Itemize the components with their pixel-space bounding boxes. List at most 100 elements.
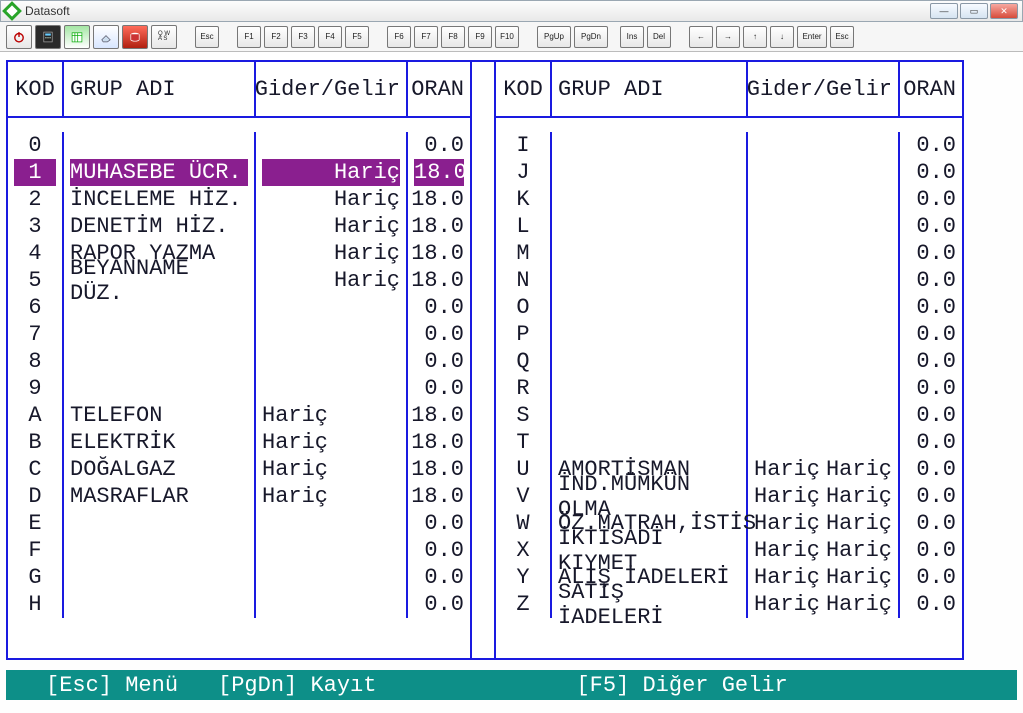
- f6-button[interactable]: F6: [387, 26, 411, 48]
- cell-oran: 0.0: [900, 375, 962, 402]
- power-icon[interactable]: [6, 25, 32, 49]
- table-row[interactable]: 5BEYANNAME DÜZ.Hariç18.0: [8, 267, 470, 294]
- cell-oran: 18.0: [408, 402, 470, 429]
- f4-button[interactable]: F4: [318, 26, 342, 48]
- cell-name: İKTİSADİ KIYMET: [552, 537, 748, 564]
- calculator-icon[interactable]: [35, 25, 61, 49]
- ins-button[interactable]: Ins: [620, 26, 644, 48]
- left-table: KOD GRUP ADI Gider/Gelir ORAN 00.01MUHAS…: [6, 60, 472, 660]
- table-row[interactable]: N0.0: [496, 267, 962, 294]
- table-row[interactable]: F0.0: [8, 537, 470, 564]
- cell-gider-gelir: [256, 375, 408, 402]
- table-row[interactable]: BELEKTRİKHariç18.0: [8, 429, 470, 456]
- pgdn-button[interactable]: PgDn: [574, 26, 608, 48]
- table-row[interactable]: 00.0: [8, 132, 470, 159]
- cell-kod: 2: [8, 186, 64, 213]
- cell-kod: 9: [8, 375, 64, 402]
- table-row[interactable]: S0.0: [496, 402, 962, 429]
- cell-gider-gelir: [748, 321, 900, 348]
- esc-button[interactable]: Esc: [195, 26, 219, 48]
- f2-button[interactable]: F2: [264, 26, 288, 48]
- table-row[interactable]: I0.0: [496, 132, 962, 159]
- pgup-button[interactable]: PgUp: [537, 26, 571, 48]
- table-row[interactable]: 3DENETİM HİZ.Hariç18.0: [8, 213, 470, 240]
- arrow-down-button[interactable]: ↓: [770, 26, 794, 48]
- table-row[interactable]: T0.0: [496, 429, 962, 456]
- cell-gider-gelir: [748, 159, 900, 186]
- del-button[interactable]: Del: [647, 26, 671, 48]
- cell-gider-gelir: [256, 132, 408, 159]
- table-row[interactable]: M0.0: [496, 240, 962, 267]
- cell-oran: 18.0: [408, 267, 470, 294]
- cell-oran: 0.0: [900, 510, 962, 537]
- table-row[interactable]: E0.0: [8, 510, 470, 537]
- f3-button[interactable]: F3: [291, 26, 315, 48]
- table-row[interactable]: 90.0: [8, 375, 470, 402]
- cell-oran: 0.0: [408, 591, 470, 618]
- f5-button[interactable]: F5: [345, 26, 369, 48]
- status-f5: [F5] Diğer Gelir: [576, 673, 787, 698]
- cell-name: [64, 510, 256, 537]
- cell-oran: 0.0: [900, 402, 962, 429]
- table-row[interactable]: G0.0: [8, 564, 470, 591]
- col-header-gg: Gider/Gelir: [256, 62, 408, 116]
- keyboard-grid-icon[interactable]: Q WA S: [151, 25, 177, 49]
- table-row[interactable]: Q0.0: [496, 348, 962, 375]
- cell-oran: 0.0: [900, 240, 962, 267]
- cell-oran: 18.0: [408, 186, 470, 213]
- table-row[interactable]: 1MUHASEBE ÜCR. Hariç18.0: [8, 159, 470, 186]
- cell-oran: 18.0: [408, 159, 470, 186]
- cell-oran: 0.0: [900, 591, 962, 618]
- table-row[interactable]: CDOĞALGAZHariç18.0: [8, 456, 470, 483]
- table-row[interactable]: O0.0: [496, 294, 962, 321]
- right-table-body: I0.0J0.0K0.0L0.0M0.0N0.0O0.0P0.0Q0.0R0.0…: [496, 118, 962, 662]
- table-row[interactable]: VİND.MÜMKÜN OLMAHariçHariç0.0: [496, 483, 962, 510]
- cell-kod: P: [496, 321, 552, 348]
- table-row[interactable]: L0.0: [496, 213, 962, 240]
- cell-gider-gelir: [748, 132, 900, 159]
- calendar-icon[interactable]: [64, 25, 90, 49]
- table-row[interactable]: H0.0: [8, 591, 470, 618]
- f8-button[interactable]: F8: [441, 26, 465, 48]
- cell-kod: 4: [8, 240, 64, 267]
- cell-gider-gelir: [256, 537, 408, 564]
- f1-button[interactable]: F1: [237, 26, 261, 48]
- cell-name: [64, 321, 256, 348]
- cell-gider-gelir: Hariç: [256, 483, 408, 510]
- minimize-button[interactable]: —: [930, 3, 958, 19]
- table-row[interactable]: 60.0: [8, 294, 470, 321]
- table-row[interactable]: ZSATIŞ İADELERİHariçHariç0.0: [496, 591, 962, 618]
- cell-oran: 0.0: [900, 564, 962, 591]
- cell-gider-gelir: [256, 294, 408, 321]
- f7-button[interactable]: F7: [414, 26, 438, 48]
- table-row[interactable]: ATELEFONHariç18.0: [8, 402, 470, 429]
- f10-button[interactable]: F10: [495, 26, 519, 48]
- cell-name: [64, 348, 256, 375]
- table-row[interactable]: J0.0: [496, 159, 962, 186]
- eraser-icon[interactable]: [93, 25, 119, 49]
- cell-oran: 0.0: [900, 132, 962, 159]
- table-row[interactable]: K0.0: [496, 186, 962, 213]
- table-row[interactable]: XİKTİSADİ KIYMETHariçHariç0.0: [496, 537, 962, 564]
- cell-gider-gelir: [256, 510, 408, 537]
- table-row[interactable]: P0.0: [496, 321, 962, 348]
- enter-button[interactable]: Enter: [797, 26, 827, 48]
- database-icon[interactable]: [122, 25, 148, 49]
- cell-name: DOĞALGAZ: [64, 456, 256, 483]
- f9-button[interactable]: F9: [468, 26, 492, 48]
- cell-oran: 0.0: [408, 294, 470, 321]
- table-row[interactable]: R0.0: [496, 375, 962, 402]
- cell-oran: 18.0: [408, 240, 470, 267]
- cell-kod: F: [8, 537, 64, 564]
- table-row[interactable]: 70.0: [8, 321, 470, 348]
- arrow-up-button[interactable]: ↑: [743, 26, 767, 48]
- table-row[interactable]: 2İNCELEME HİZ.Hariç18.0: [8, 186, 470, 213]
- esc2-button[interactable]: Esc: [830, 26, 854, 48]
- close-button[interactable]: ✕: [990, 3, 1018, 19]
- arrow-left-button[interactable]: ←: [689, 26, 713, 48]
- arrow-right-button[interactable]: →: [716, 26, 740, 48]
- maximize-button[interactable]: ▭: [960, 3, 988, 19]
- table-row[interactable]: DMASRAFLARHariç18.0: [8, 483, 470, 510]
- table-row[interactable]: 80.0: [8, 348, 470, 375]
- cell-oran: 18.0: [408, 429, 470, 456]
